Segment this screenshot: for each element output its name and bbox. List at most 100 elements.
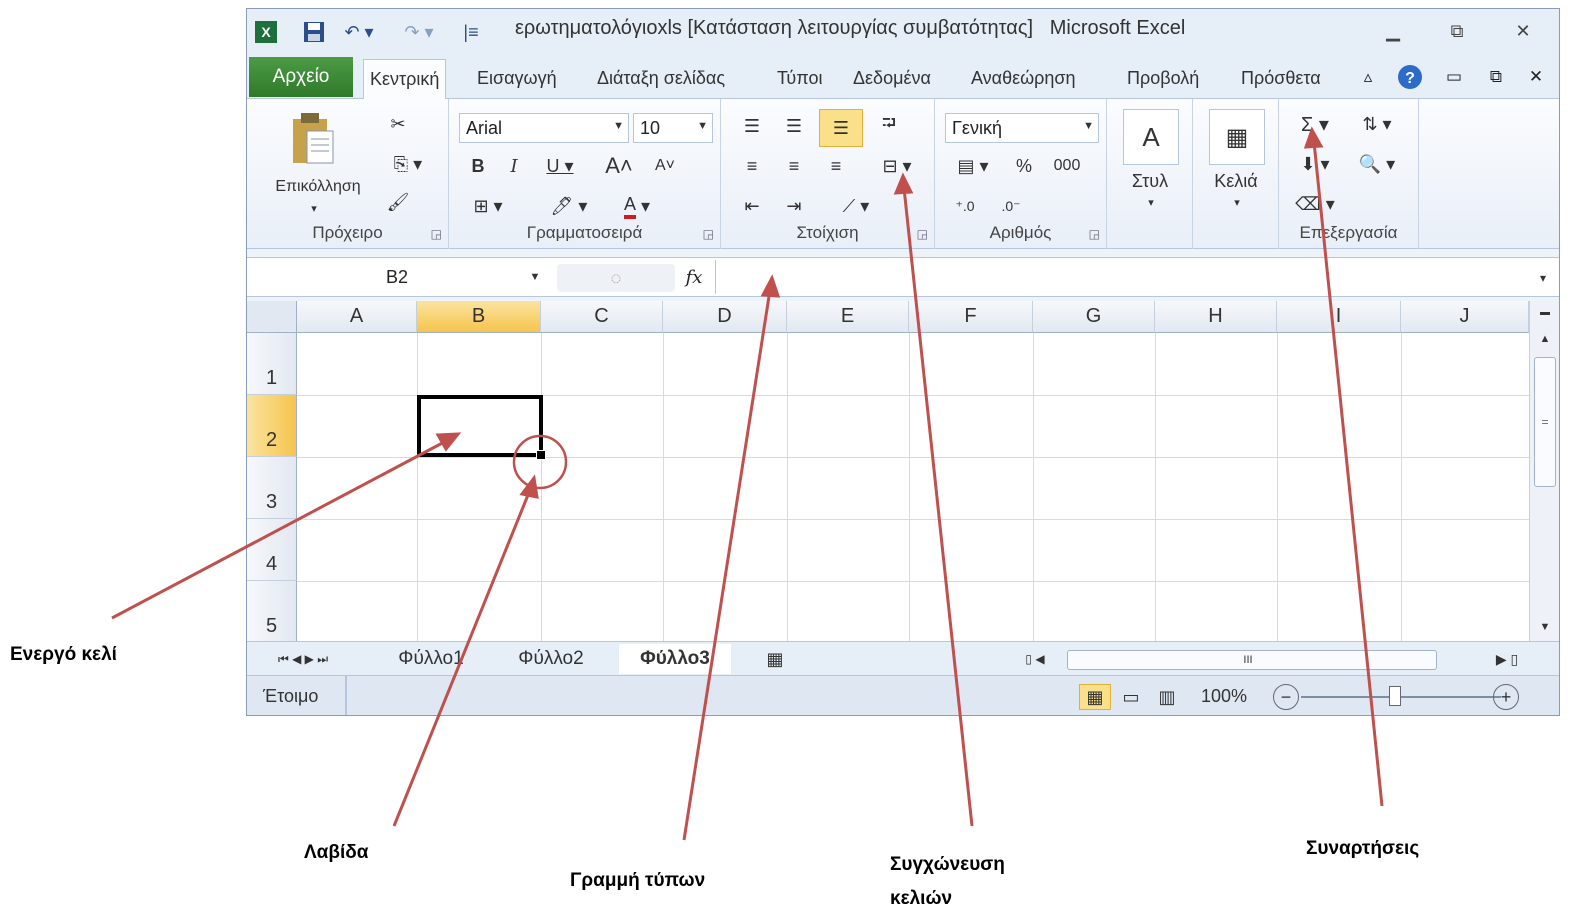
align-top-icon[interactable]: ☰ xyxy=(735,109,769,143)
sheet-tab-3[interactable]: Φύλλο3 xyxy=(619,644,731,674)
font-size-dropdown-icon[interactable]: ▼ xyxy=(697,120,708,132)
underline-icon[interactable]: U ▾ xyxy=(535,151,585,181)
orientation-icon[interactable]: ⟋ ▾ xyxy=(831,189,881,223)
column-header-b[interactable]: B xyxy=(417,301,541,333)
merge-center-icon[interactable]: ⊟ ▾ xyxy=(869,149,925,183)
font-launcher-icon[interactable]: ◲ xyxy=(703,227,714,241)
insert-sheet-icon[interactable]: ▦ xyxy=(757,646,793,672)
close-button[interactable]: ✕ xyxy=(1503,17,1543,45)
clipboard-launcher-icon[interactable]: ◲ xyxy=(431,227,442,241)
column-header-g[interactable]: G xyxy=(1033,301,1155,333)
zoom-slider-thumb[interactable] xyxy=(1389,686,1401,706)
align-center-icon[interactable]: ≡ xyxy=(777,149,811,183)
expand-formula-bar-icon[interactable]: ▾ xyxy=(1533,268,1553,288)
tab-split-icon[interactable]: ▯ ◀ xyxy=(1015,648,1055,670)
select-all-corner[interactable] xyxy=(247,301,297,333)
number-format-combo[interactable]: Γενική ▼ xyxy=(945,113,1099,143)
paste-icon[interactable] xyxy=(285,109,341,169)
column-header-f[interactable]: F xyxy=(909,301,1033,333)
tab-review[interactable]: Αναθεώρηση xyxy=(965,59,1082,97)
fill-color-icon[interactable]: 🖊 ▾ xyxy=(541,191,597,221)
horizontal-scrollbar[interactable]: III xyxy=(1067,650,1437,670)
scroll-down-icon[interactable]: ▼ xyxy=(1536,619,1554,635)
column-header-i[interactable]: I xyxy=(1277,301,1401,333)
clear-icon[interactable]: ⌫ ▾ xyxy=(1289,189,1341,219)
zoom-level[interactable]: 100% xyxy=(1201,686,1247,707)
column-header-c[interactable]: C xyxy=(541,301,663,333)
column-header-e[interactable]: E xyxy=(787,301,909,333)
decrease-decimal-icon[interactable]: .0⁻ xyxy=(991,191,1031,221)
shrink-font-icon[interactable]: A˅ xyxy=(645,151,685,181)
font-name-dropdown-icon[interactable]: ▼ xyxy=(613,120,624,132)
styles-icon[interactable]: A xyxy=(1123,109,1179,165)
column-header-a[interactable]: A xyxy=(297,301,417,333)
name-box[interactable]: B2 xyxy=(251,262,543,292)
horizontal-scroll-thumb-grip[interactable]: III xyxy=(1228,652,1268,668)
workbook-restore-icon[interactable]: ⧉ xyxy=(1481,61,1511,93)
help-icon[interactable]: ? xyxy=(1395,61,1425,93)
page-break-view-icon[interactable]: ▥ xyxy=(1151,684,1183,710)
wrap-text-icon[interactable]: ⮒ xyxy=(869,109,909,143)
sheet-navigation-icons[interactable]: ⏮ ◀ ▶ ⏭ xyxy=(253,648,353,670)
fill-handle[interactable] xyxy=(536,450,546,460)
vertical-scrollbar[interactable]: ▬ ▲ = ▼ xyxy=(1529,301,1559,641)
align-middle-icon[interactable]: ☰ xyxy=(777,109,811,143)
tab-view[interactable]: Προβολή xyxy=(1121,59,1205,97)
increase-decimal-icon[interactable]: ⁺.0 xyxy=(945,191,985,221)
scroll-right-icon[interactable]: ▶ ▯ xyxy=(1487,648,1527,670)
paste-dropdown-icon[interactable]: ▾ xyxy=(307,201,321,215)
zoom-in-icon[interactable]: + xyxy=(1493,684,1519,710)
formula-input[interactable] xyxy=(715,260,1529,294)
styles-dropdown-icon[interactable]: ▾ xyxy=(1141,195,1161,209)
font-color-icon[interactable]: A ▾ xyxy=(609,191,665,221)
align-left-icon[interactable]: ≡ xyxy=(735,149,769,183)
accounting-format-icon[interactable]: ▤ ▾ xyxy=(945,151,1001,181)
increase-indent-icon[interactable]: ⇥ xyxy=(777,189,811,223)
align-bottom-icon[interactable]: ☰ xyxy=(819,109,863,147)
sheet-tab-1[interactable]: Φύλλο1 xyxy=(375,644,487,674)
column-header-d[interactable]: D xyxy=(663,301,787,333)
align-right-icon[interactable]: ≡ xyxy=(819,149,853,183)
undo-icon[interactable]: ↶ ▾ xyxy=(339,19,379,45)
vertical-scroll-thumb[interactable]: = xyxy=(1534,357,1556,487)
normal-view-icon[interactable]: ▦ xyxy=(1079,684,1111,710)
tab-insert[interactable]: Εισαγωγή xyxy=(471,59,563,97)
zoom-out-icon[interactable]: − xyxy=(1273,684,1299,710)
sort-filter-icon[interactable]: ⇅ ▾ xyxy=(1349,109,1405,139)
tab-data[interactable]: Δεδομένα xyxy=(847,59,937,97)
page-layout-view-icon[interactable]: ▭ xyxy=(1115,684,1147,710)
column-header-h[interactable]: H xyxy=(1155,301,1277,333)
active-cell-b2[interactable] xyxy=(417,395,543,457)
percent-style-icon[interactable]: % xyxy=(1007,151,1041,181)
sheet-tab-2[interactable]: Φύλλο2 xyxy=(495,644,607,674)
column-header-j[interactable]: J xyxy=(1401,301,1529,333)
paste-button[interactable]: Επικόλληση xyxy=(253,175,383,199)
borders-icon[interactable]: ⊞ ▾ xyxy=(463,191,513,221)
cells-button-label[interactable]: Κελιά xyxy=(1197,169,1275,193)
tab-page-layout[interactable]: Διάταξη σελίδας xyxy=(591,59,731,97)
row-header-4[interactable]: 4 xyxy=(247,519,297,581)
redo-icon[interactable]: ↷ ▾ xyxy=(399,19,439,45)
copy-icon[interactable]: ⎘ ▾ xyxy=(383,149,433,179)
row-header-3[interactable]: 3 xyxy=(247,457,297,519)
alignment-launcher-icon[interactable]: ◲ xyxy=(917,227,928,241)
scroll-up-icon[interactable]: ▲ xyxy=(1536,331,1554,347)
row-header-2[interactable]: 2 xyxy=(247,395,297,457)
decrease-indent-icon[interactable]: ⇤ xyxy=(735,189,769,223)
save-icon[interactable] xyxy=(299,19,329,45)
workbook-close-icon[interactable]: ✕ xyxy=(1521,61,1551,93)
font-size-combo[interactable]: 10 ▼ xyxy=(633,113,713,143)
minimize-button[interactable]: ▁ xyxy=(1373,17,1413,45)
workbook-minimize-icon[interactable]: ▭ xyxy=(1439,61,1469,93)
autosum-icon[interactable]: Σ ▾ xyxy=(1289,109,1341,139)
restore-button[interactable]: ⧉ xyxy=(1437,17,1477,45)
tab-addins[interactable]: Πρόσθετα xyxy=(1235,59,1327,97)
italic-icon[interactable]: I xyxy=(499,151,529,181)
find-select-icon[interactable]: 🔍 ▾ xyxy=(1349,149,1405,179)
bold-icon[interactable]: B xyxy=(463,151,493,181)
cells-icon[interactable]: ▦ xyxy=(1209,109,1265,165)
tab-formulas[interactable]: Τύποι xyxy=(771,59,828,97)
row-header-5[interactable]: 5 xyxy=(247,581,297,641)
zoom-slider-track[interactable] xyxy=(1301,696,1501,698)
number-launcher-icon[interactable]: ◲ xyxy=(1089,227,1100,241)
